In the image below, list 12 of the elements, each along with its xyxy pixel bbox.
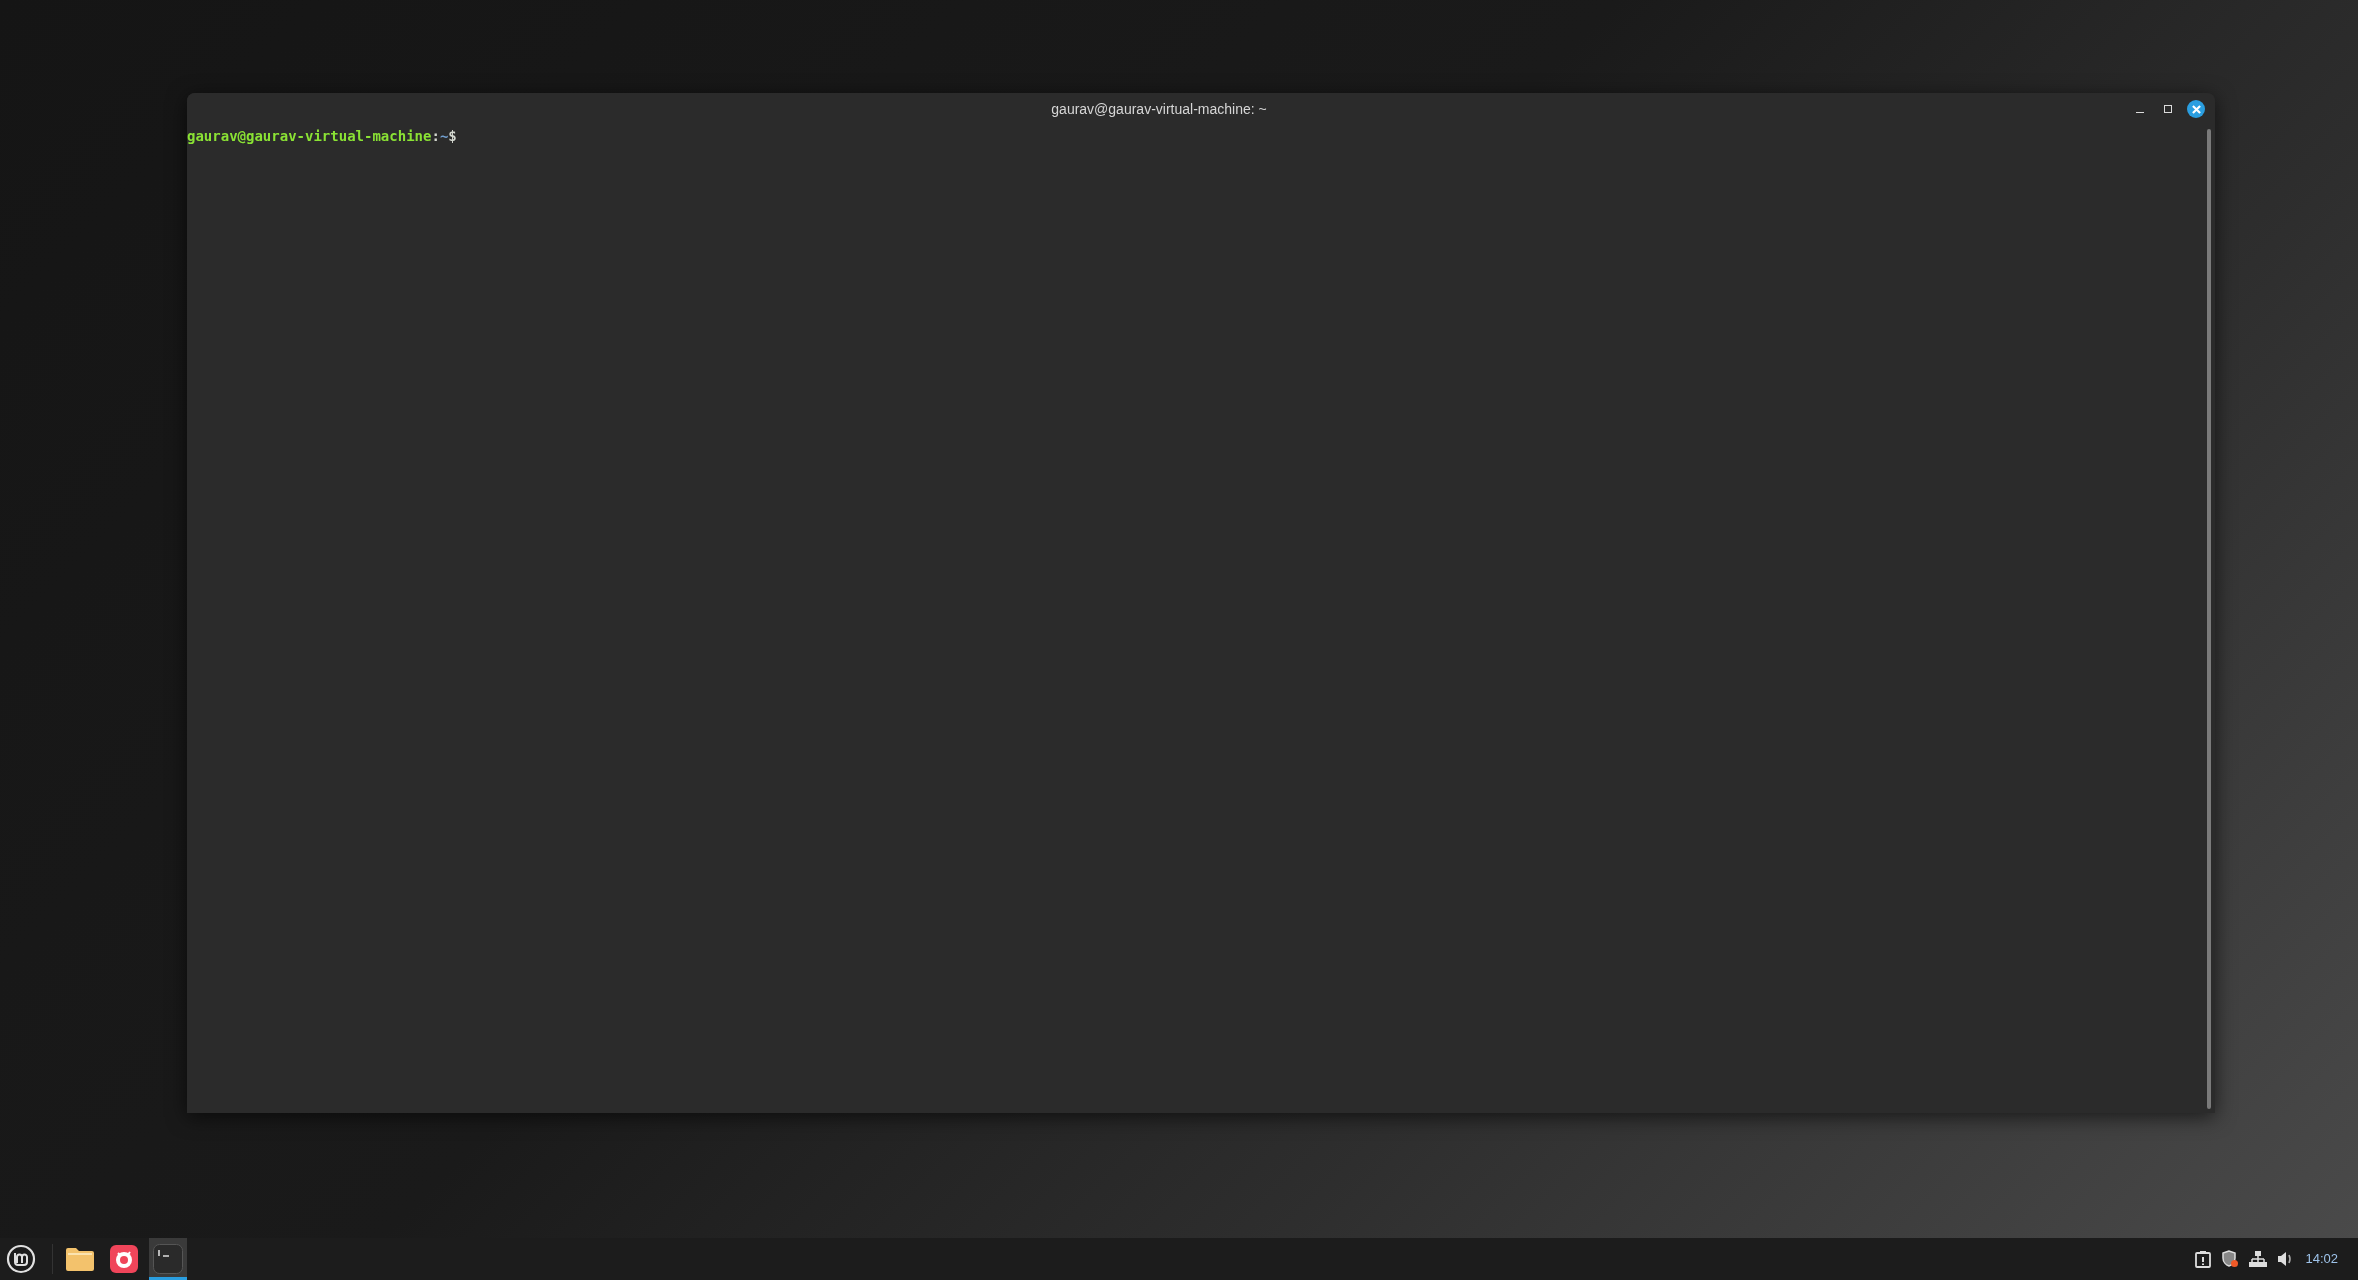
logo-icon bbox=[6, 1244, 36, 1274]
terminal-launcher[interactable] bbox=[149, 1238, 187, 1280]
shell-prompt: gaurav@gaurav-virtual-machine:~$ bbox=[187, 127, 457, 145]
clipboard-alert-icon[interactable] bbox=[2195, 1250, 2212, 1268]
close-icon bbox=[2191, 104, 2201, 114]
shield-icon[interactable] bbox=[2221, 1250, 2240, 1268]
window-title: gaurav@gaurav-virtual-machine: ~ bbox=[1051, 99, 1267, 119]
clock[interactable]: 14:02 bbox=[2305, 1249, 2358, 1269]
terminal-icon bbox=[153, 1244, 183, 1274]
folder-icon bbox=[65, 1246, 95, 1272]
network-icon[interactable] bbox=[2249, 1251, 2268, 1267]
close-button[interactable] bbox=[2187, 100, 2205, 118]
